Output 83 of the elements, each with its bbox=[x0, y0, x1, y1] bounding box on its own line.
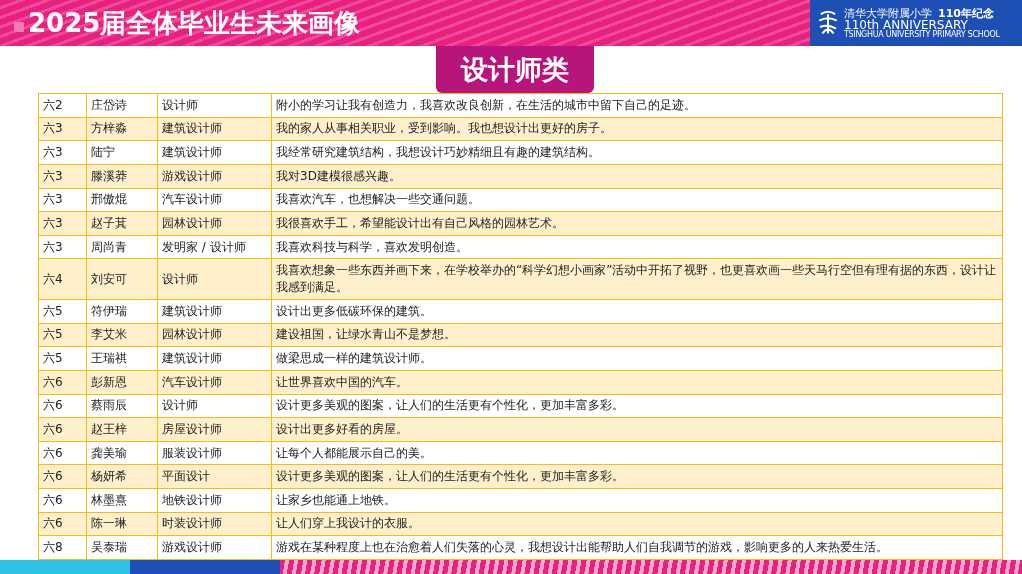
table-cell: 李艾米 bbox=[87, 323, 158, 347]
table-cell: 建筑设计师 bbox=[158, 141, 272, 164]
table-cell: 六6 bbox=[39, 465, 87, 488]
table-cell: 六2 bbox=[39, 94, 87, 117]
table-cell: 六8 bbox=[39, 536, 87, 559]
table-cell: 六6 bbox=[39, 418, 87, 441]
table-cell-text: 做梁思成一样的建筑设计师。 bbox=[275, 350, 433, 368]
table-cell-text: 我对3D建模很感兴趣。 bbox=[275, 167, 402, 185]
table-cell: 陈一琳 bbox=[87, 512, 158, 536]
category-title: 设计师类 bbox=[436, 46, 594, 93]
school-english: TSINGHUA UNIVERSITY PRIMARY SCHOOL bbox=[844, 30, 1000, 39]
table-cell: 游戏设计师 bbox=[158, 164, 272, 188]
table-cell: 吴泰瑞 bbox=[87, 536, 158, 559]
table-cell-text: 设计出更多低碳环保的建筑。 bbox=[275, 302, 433, 320]
table-cell: 六6 bbox=[39, 370, 87, 394]
table-cell: 发明家 / 设计师 bbox=[158, 235, 272, 259]
table-cell-text: 我喜欢想象一些东西并画下来，在学校举办的“科学幻想小画家”活动中开拓了视野，也更喜欢画一些天马行空但有理有据的东西，设计让我感到满足。 bbox=[275, 262, 998, 297]
table-cell: 庄岱诗 bbox=[87, 94, 158, 117]
table-cell: 地铁设计师 bbox=[158, 489, 272, 512]
table-cell: 六3 bbox=[39, 235, 87, 259]
table-cell: 设计师 bbox=[158, 259, 272, 299]
table-cell: 游戏设计师 bbox=[158, 536, 272, 559]
table-cell: 汽车设计师 bbox=[158, 188, 272, 212]
school-name: 清华大学附属小学 bbox=[844, 7, 932, 19]
table-cell-text: 让人们穿上我设计的衣服。 bbox=[275, 515, 421, 533]
table-cell: 六5 bbox=[39, 323, 87, 347]
table-cell-text: 让家乡也能通上地铁。 bbox=[275, 491, 397, 509]
table-cell: 邢傲焜 bbox=[87, 188, 158, 212]
table-cell-text: 游戏在某种程度上也在治愈着人们失落的心灵，我想设计出能帮助人们自我调节的游戏，影响更多的人来热爱生活。 bbox=[275, 539, 889, 557]
table-cell: 六6 bbox=[39, 394, 87, 418]
table-cell: 陆宁 bbox=[87, 141, 158, 164]
table-cell-text: 设计更多美观的图案，让人们的生活更有个性化，更加丰富多彩。 bbox=[275, 468, 625, 486]
table-cell-text: 我喜欢汽车，也想解决一些交通问题。 bbox=[275, 191, 481, 209]
anniversary-label: 110年纪念 bbox=[938, 7, 994, 19]
table-cell: 六5 bbox=[39, 347, 87, 370]
table-cell: 建筑设计师 bbox=[158, 347, 272, 370]
table-cell: 建筑设计师 bbox=[158, 117, 272, 141]
table-cell: 六6 bbox=[39, 441, 87, 465]
table-cell: 方梓淼 bbox=[87, 117, 158, 141]
table-cell: 六3 bbox=[39, 117, 87, 141]
table-cell: 六6 bbox=[39, 489, 87, 512]
table-cell: 平面设计 bbox=[158, 465, 272, 488]
table-cell: 六3 bbox=[39, 188, 87, 212]
table-cell-text: 建设祖国，让绿水青山不是梦想。 bbox=[275, 326, 457, 344]
page-title: 2025届全体毕业生未来画像 bbox=[28, 6, 361, 40]
table-cell: 六6 bbox=[39, 512, 87, 536]
table-cell: 符伊瑞 bbox=[87, 300, 158, 323]
table-cell: 建筑设计师 bbox=[158, 300, 272, 323]
table-cell: 六3 bbox=[39, 164, 87, 188]
table-cell: 赵王梓 bbox=[87, 418, 158, 441]
table-cell: 蔡雨辰 bbox=[87, 394, 158, 418]
table-cell: 园林设计师 bbox=[158, 212, 272, 235]
table-cell: 周尚青 bbox=[87, 235, 158, 259]
table-cell-text: 附小的学习让我有创造力，我喜欢改良创新，在生活的城市中留下自己的足迹。 bbox=[275, 96, 697, 114]
square-icon bbox=[14, 22, 24, 32]
table-cell-text: 设计出更多好看的房屋。 bbox=[275, 420, 409, 438]
table-cell: 服装设计师 bbox=[158, 441, 272, 465]
table-cell: 园林设计师 bbox=[158, 323, 272, 347]
table-cell: 六3 bbox=[39, 141, 87, 164]
table-cell-text: 我经常研究建筑结构，我想设计巧妙精细且有趣的建筑结构。 bbox=[275, 144, 601, 162]
table-cell: 设计师 bbox=[158, 94, 272, 117]
table-cell: 滕溪莽 bbox=[87, 164, 158, 188]
table-cell-text: 让世界喜欢中国的汽车。 bbox=[275, 373, 409, 391]
table-cell: 刘安可 bbox=[87, 259, 158, 299]
table-cell: 王瑞祺 bbox=[87, 347, 158, 370]
table-cell: 赵子萁 bbox=[87, 212, 158, 235]
table-cell-text: 设计更多美观的图案，让人们的生活更有个性化，更加丰富多彩。 bbox=[275, 397, 625, 415]
table-cell-text: 我的家人从事相关职业，受到影响。我也想设计出更好的房子。 bbox=[275, 120, 613, 138]
table-cell-text: 我喜欢科技与科学，喜欢发明创造。 bbox=[275, 238, 469, 256]
table-cell: 龚美瑜 bbox=[87, 441, 158, 465]
table-cell: 六3 bbox=[39, 212, 87, 235]
table-cell: 时装设计师 bbox=[158, 512, 272, 536]
table-cell: 房屋设计师 bbox=[158, 418, 272, 441]
table-cell: 杨妍希 bbox=[87, 465, 158, 488]
anniversary-english: 110th ANNIVERSARY bbox=[844, 18, 968, 31]
table-cell: 林墨熹 bbox=[87, 489, 158, 512]
table-cell-text: 我很喜欢手工，希望能设计出有自己风格的园林艺术。 bbox=[275, 214, 565, 232]
table-cell-text: 让每个人都能展示自己的美。 bbox=[275, 444, 433, 462]
table-cell: 六4 bbox=[39, 259, 87, 299]
table-cell: 汽车设计师 bbox=[158, 370, 272, 394]
table-cell: 设计师 bbox=[158, 394, 272, 418]
table-cell: 六5 bbox=[39, 300, 87, 323]
table-cell: 彭新恩 bbox=[87, 370, 158, 394]
